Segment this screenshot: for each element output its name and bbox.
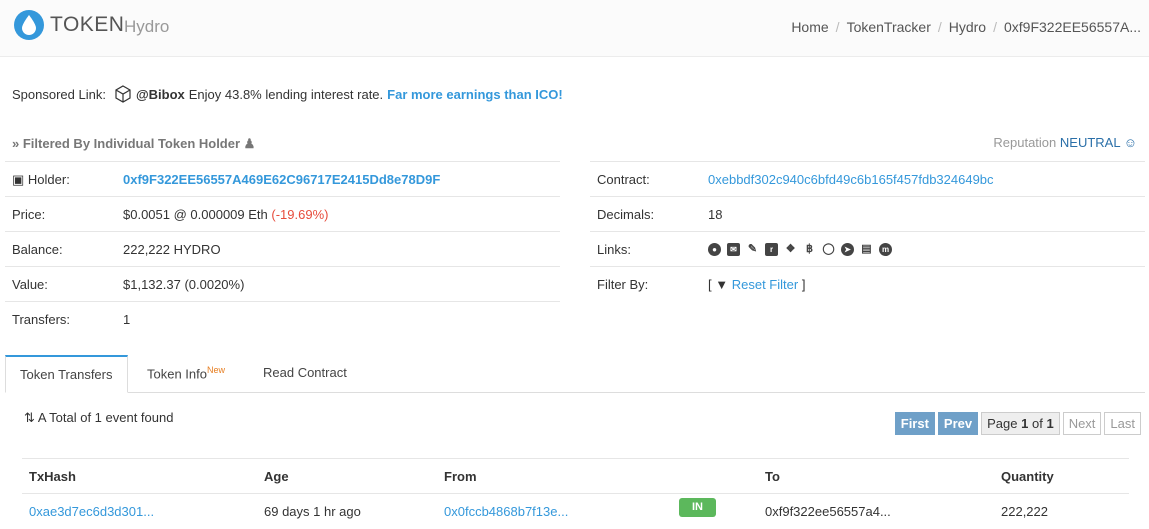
col-from: From [444,469,477,484]
social-links: ● ✉ ✎ r ❖ ฿ ◯ ➤ ▤ m [708,243,892,256]
price-row: Price: $0.0051 @ 0.000009 Eth (-19.69%) [5,196,560,231]
breadcrumb: Home / TokenTracker / Hydro/0xf9F322EE56557A… [791,19,1141,35]
price-change: (-19.69%) [271,207,329,222]
sort-icon: ⇅ [24,410,35,425]
sponsor-brand[interactable]: @Bibox [136,87,185,102]
transfers-table: TxHash Age From To Quantity 0xae3d7ec6d3… [22,458,1129,529]
coinmarketcap-icon[interactable]: m [879,243,892,256]
github-icon[interactable]: ◯ [822,243,835,256]
first-page-button[interactable]: First [894,412,935,435]
filter-title: Filtered By Individual Token Holder [22,136,241,151]
contract-label: Contract: [597,172,650,187]
contract-address-link[interactable]: 0xebbdf302c940c6bfd49c6b165f457fdb324649… [708,172,994,187]
holder-label: Holder: [27,172,70,187]
tab-bar: Token Transfers Token InfoNew Read Contr… [5,355,1145,393]
holder-summary-table: ▣ Holder: 0xf9F322EE56557A469E62C96717E2… [5,161,560,336]
event-total-text: A Total of 1 event found [37,410,174,425]
price-label: Price: [12,207,46,222]
pagination: First Prev Page 1 of 1 Next Last [894,412,1141,435]
tab-label: Read Contract [263,365,347,380]
contract-summary-table: Contract: 0xebbdf302c940c6bfd49c6b165f45… [590,161,1145,301]
reset-filter-link[interactable]: Reset Filter [732,277,798,292]
last-page-button[interactable]: Last [1104,412,1141,435]
transfers-row: Transfers: 1 [5,301,560,336]
prev-page-button[interactable]: Prev [937,412,979,435]
from-address-link[interactable]: 0x0fccb4868b7f13e... [444,504,568,519]
decimals-row: Decimals: 18 [590,196,1145,231]
to-address: 0xf9f322ee56557a4... [765,504,891,519]
tab-token-info[interactable]: Token InfoNew [133,355,239,393]
globe-icon[interactable]: ● [708,243,721,256]
holder-address-link[interactable]: 0xf9F322EE56557A469E62C96717E2415Dd8e78D… [123,172,440,187]
txhash-link[interactable]: 0xae3d7ec6d3d301... [29,504,154,519]
value-value: $1,132.37 (0.0020%) [123,277,245,292]
funnel-icon: ▼ [715,277,729,292]
col-txhash: TxHash [29,469,76,484]
page-title: TOKEN [50,13,125,36]
decimals-label: Decimals: [597,207,655,222]
reddit-icon[interactable]: r [765,243,778,256]
quantity-value: 222,222 [1001,504,1048,519]
col-age: Age [264,469,289,484]
price-value: $0.0051 @ 0.000009 Eth [123,207,268,222]
tab-read-contract[interactable]: Read Contract [249,355,361,393]
envelope-icon[interactable]: ✉ [727,243,740,256]
document-icon[interactable]: ▤ [860,243,873,256]
reputation-label: Reputation [993,135,1057,150]
reputation: Reputation NEUTRAL ☺ [993,135,1137,150]
filter-heading: » Filtered By Individual Token Holder ♟ [12,136,255,152]
bibox-cube-icon [115,85,131,103]
page-indicator: Page 1 of 1 [981,412,1060,435]
contract-row: Contract: 0xebbdf302c940c6bfd49c6b165f45… [590,161,1145,196]
balance-label: Balance: [12,242,63,257]
reputation-value[interactable]: NEUTRAL [1060,135,1120,150]
links-row: Links: ● ✉ ✎ r ❖ ฿ ◯ ➤ ▤ m [590,231,1145,266]
smile-icon: ☺ [1123,135,1137,150]
tab-token-transfers[interactable]: Token Transfers [5,355,128,393]
sponsor-cta-link[interactable]: Far more earnings than ICO! [387,87,563,102]
filterby-row: Filter By: [ ▼ Reset Filter ] [590,266,1145,301]
sponsored-label: Sponsored Link: [12,86,106,102]
twitter-icon[interactable]: ❖ [784,243,797,256]
direction-badge: IN [679,498,716,517]
value-row: Value: $1,132.37 (0.0020%) [5,266,560,301]
transfers-value: 1 [123,312,131,327]
balance-value: 222,222 HYDRO [123,242,221,257]
tab-label: Token Info [147,366,207,382]
col-to: To [765,469,780,484]
table-header: TxHash Age From To Quantity [22,458,1129,494]
bitcoin-icon[interactable]: ฿ [803,243,816,256]
holder-row: ▣ Holder: 0xf9F322EE56557A469E62C96717E2… [5,161,560,196]
event-count: ⇅ A Total of 1 event found [24,410,173,426]
telegram-icon[interactable]: ➤ [841,243,854,256]
decimals-value: 18 [708,207,723,222]
col-quantity: Quantity [1001,469,1054,484]
next-page-button[interactable]: Next [1062,412,1102,435]
transfers-label: Transfers: [12,312,71,327]
sponsored-link: Sponsored Link: @Bibox Enjoy 43.8% lendi… [12,85,563,103]
tab-label: Token Transfers [20,367,113,382]
balance-row: Balance: 222,222 HYDRO [5,231,560,266]
token-name: Hydro [124,17,170,36]
age-value: 69 days 1 hr ago [264,504,361,519]
links-label: Links: [597,242,631,257]
breadcrumb-home[interactable]: Home [791,19,828,35]
id-card-icon: ▣ [12,172,25,187]
sponsor-text: Enjoy 43.8% lending interest rate. [188,86,384,102]
value-label: Value: [12,277,48,292]
user-icon: ♟ [243,136,256,151]
hydro-drop-icon[interactable] [14,10,44,40]
filterby-label: Filter By: [597,277,649,292]
new-badge: New [207,365,226,375]
breadcrumb-hydro[interactable]: Hydro [949,19,986,35]
double-chevron-icon: » [12,136,20,151]
edit-icon[interactable]: ✎ [746,243,759,256]
breadcrumb-tokentracker[interactable]: TokenTracker [847,19,931,35]
top-bar: TOKEN Hydro Home / TokenTracker / Hydro/0xf9… [0,0,1149,57]
breadcrumb-address: 0xf9F322EE56557A... [1004,19,1141,35]
table-row: 0xae3d7ec6d3d301... 69 days 1 hr ago 0x0… [22,494,1129,529]
